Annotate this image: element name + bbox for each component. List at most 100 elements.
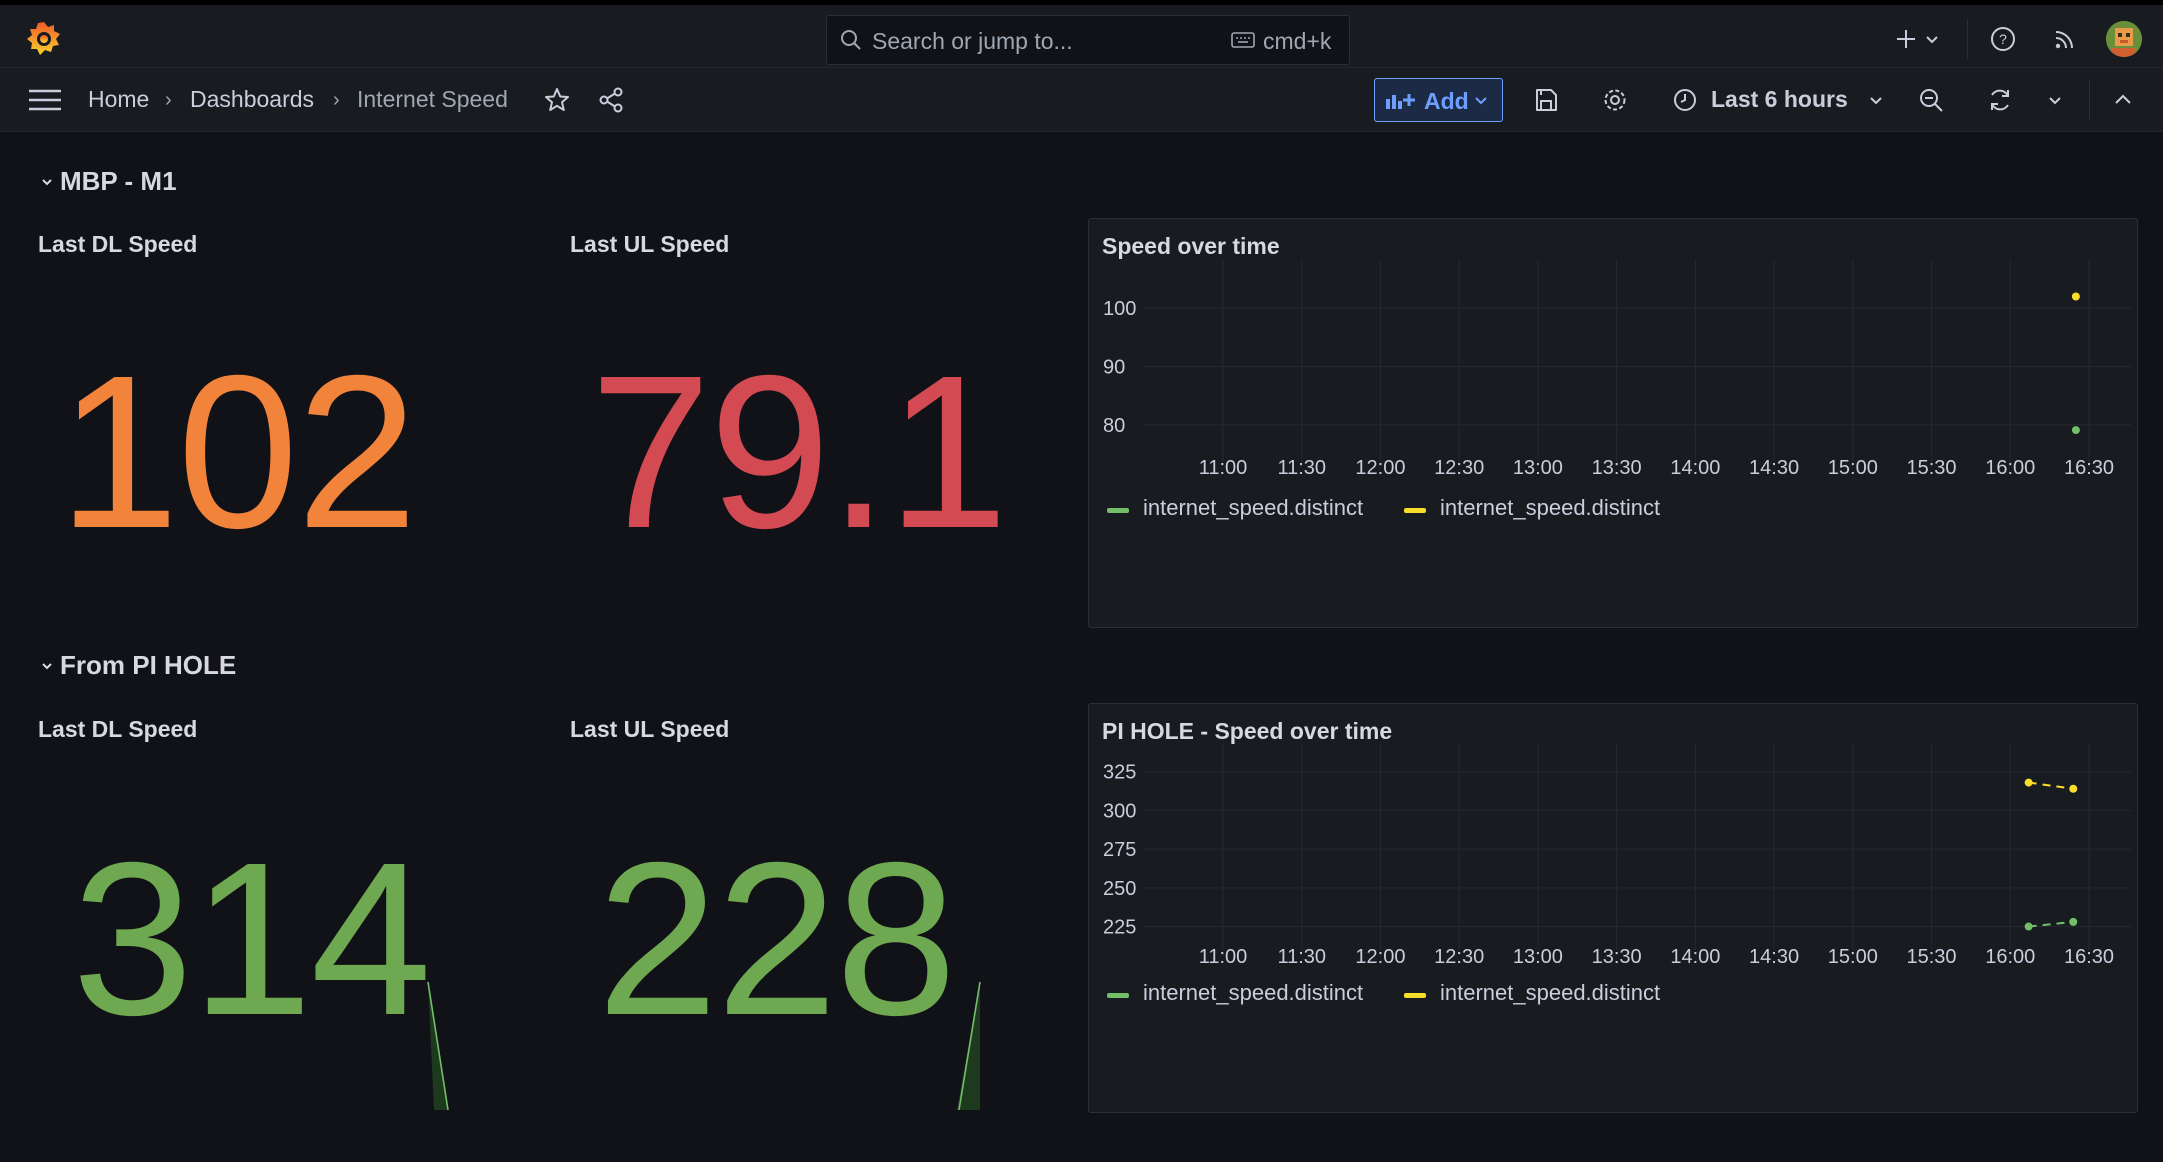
x-tick-label: 11:00 xyxy=(1199,946,1248,968)
search-icon xyxy=(841,30,861,50)
x-tick-label: 12:30 xyxy=(1434,457,1484,479)
stat-value-dl: 314 xyxy=(72,818,432,1061)
data-point[interactable] xyxy=(2071,426,2080,435)
zoom-out-icon[interactable] xyxy=(1917,86,1945,114)
chevron-down-icon[interactable] xyxy=(40,175,54,189)
breadcrumb-dashboards[interactable]: Dashboards xyxy=(190,86,314,113)
clock-icon xyxy=(1674,89,1696,111)
chart-svg: 325 300 275 250 225 11:00 11:30 12:00 12:30 13:00… xyxy=(1103,744,2131,968)
sparkline xyxy=(957,981,981,1110)
breadcrumb-home[interactable]: Home xyxy=(88,86,149,113)
top-bar: Search or jump to... cmd+k ? xyxy=(0,0,2163,68)
x-tick-label: 16:30 xyxy=(2064,457,2114,479)
chevron-down-icon[interactable] xyxy=(40,659,54,673)
avatar[interactable] xyxy=(2106,21,2142,57)
stat-value-dl: 102 xyxy=(58,331,418,574)
chevron-down-icon[interactable] xyxy=(2047,86,2063,114)
series-line xyxy=(2028,920,2074,928)
panel-title-ul[interactable]: Last UL Speed xyxy=(570,716,729,743)
x-tick-label: 15:30 xyxy=(1907,457,1957,479)
search-placeholder: Search or jump to... xyxy=(872,28,1073,54)
x-tick-label: 11:30 xyxy=(1277,946,1326,968)
time-range-label: Last 6 hours xyxy=(1711,86,1848,112)
x-tick-label: 13:00 xyxy=(1513,946,1563,968)
x-tick-label: 15:00 xyxy=(1828,457,1878,479)
star-icon[interactable] xyxy=(543,86,571,114)
sparkline xyxy=(427,981,449,1110)
row-title-pihole[interactable]: From PI HOLE xyxy=(60,650,236,681)
news-icon[interactable] xyxy=(2049,23,2081,55)
legend-swatch xyxy=(1107,508,1129,513)
search-bar[interactable]: Search or jump to... cmd+k xyxy=(826,15,1350,65)
legend-item[interactable]: internet_speed.distinct xyxy=(1143,980,1363,1006)
save-icon[interactable] xyxy=(1532,86,1560,114)
data-point[interactable] xyxy=(2024,778,2033,787)
y-tick-label: 300 xyxy=(1103,800,1136,822)
chevron-up-icon[interactable] xyxy=(2110,86,2136,114)
chevron-down-icon xyxy=(1475,97,1487,105)
series-line xyxy=(2028,781,2074,790)
x-tick-label: 13:00 xyxy=(1513,457,1563,479)
y-tick-label: 250 xyxy=(1103,878,1136,900)
legend-swatch xyxy=(1404,508,1426,513)
x-tick-label: 14:30 xyxy=(1749,457,1799,479)
x-tick-label: 14:30 xyxy=(1749,946,1799,968)
grafana-logo-icon[interactable] xyxy=(24,19,64,59)
x-tick-label: 12:30 xyxy=(1434,946,1484,968)
x-tick-label: 15:00 xyxy=(1828,946,1878,968)
x-tick-label: 14:00 xyxy=(1670,946,1720,968)
legend-item[interactable]: internet_speed.distinct xyxy=(1440,980,1660,1006)
row-title-mbp[interactable]: MBP - M1 xyxy=(60,166,177,197)
svg-text:?: ? xyxy=(1999,31,2007,47)
keyboard-icon xyxy=(1231,32,1255,48)
x-tick-label: 16:30 xyxy=(2064,946,2114,968)
add-button[interactable]: Add xyxy=(1374,78,1503,122)
y-tick-label: 325 xyxy=(1103,762,1136,784)
data-point[interactable] xyxy=(2024,922,2033,931)
x-tick-label: 13:30 xyxy=(1592,457,1642,479)
chart-svg: 100 90 80 11:00 11:30 12:00 12:30 13:00 13:30 14:… xyxy=(1103,259,2131,479)
stat-value-ul: 228 xyxy=(597,818,957,1061)
settings-gear-icon[interactable] xyxy=(1601,86,1629,114)
chevron-down-icon xyxy=(1870,97,1882,105)
search-shortcut: cmd+k xyxy=(1263,28,1332,54)
breadcrumb-current: Internet Speed xyxy=(357,86,508,112)
add-panel-icon xyxy=(1386,94,1415,109)
stat-value-ul: 79.1 xyxy=(590,331,1008,574)
chart-panel-pihole-speed-over-time: PI HOLE - Speed over time 325 300 275 250 22… xyxy=(1088,703,2138,1113)
x-tick-label: 14:00 xyxy=(1670,457,1720,479)
x-tick-label: 11:00 xyxy=(1199,457,1248,479)
panel-title-dl[interactable]: Last DL Speed xyxy=(38,231,197,258)
divider xyxy=(2089,80,2090,120)
x-tick-label: 12:00 xyxy=(1355,457,1405,479)
help-icon[interactable]: ? xyxy=(1987,23,2019,55)
x-tick-label: 11:30 xyxy=(1277,457,1326,479)
y-tick-label: 90 xyxy=(1103,357,1125,379)
data-point[interactable] xyxy=(2069,784,2078,793)
x-tick-label: 16:00 xyxy=(1985,946,2035,968)
panel-title-dl[interactable]: Last DL Speed xyxy=(38,716,197,743)
share-icon[interactable] xyxy=(597,86,625,114)
y-tick-label: 275 xyxy=(1103,839,1136,861)
chevron-down-icon[interactable] xyxy=(1922,23,1942,55)
dashboard-nav-bar: Home › Dashboards › Internet Speed Add L… xyxy=(0,68,2163,132)
divider xyxy=(1967,19,1968,59)
y-tick-label: 80 xyxy=(1103,415,1125,437)
grafana-dashboard: Search or jump to... cmd+k ? Home › Dash… xyxy=(0,0,2163,1162)
plus-icon[interactable] xyxy=(1890,23,1922,55)
breadcrumb-separator: › xyxy=(165,89,172,111)
data-point[interactable] xyxy=(2069,917,2078,926)
legend-swatch xyxy=(1404,993,1426,998)
refresh-icon[interactable] xyxy=(1986,86,2014,114)
legend-swatch xyxy=(1107,993,1129,998)
data-point[interactable] xyxy=(2071,292,2080,301)
breadcrumb-separator: › xyxy=(333,89,340,111)
legend-item[interactable]: internet_speed.distinct xyxy=(1143,495,1363,521)
panel-title-ul[interactable]: Last UL Speed xyxy=(570,231,729,258)
y-tick-label: 225 xyxy=(1103,917,1136,939)
menu-icon[interactable] xyxy=(28,88,62,112)
legend-item[interactable]: internet_speed.distinct xyxy=(1440,495,1660,521)
x-tick-label: 13:30 xyxy=(1592,946,1642,968)
x-tick-label: 15:30 xyxy=(1907,946,1957,968)
x-tick-label: 16:00 xyxy=(1985,457,2035,479)
